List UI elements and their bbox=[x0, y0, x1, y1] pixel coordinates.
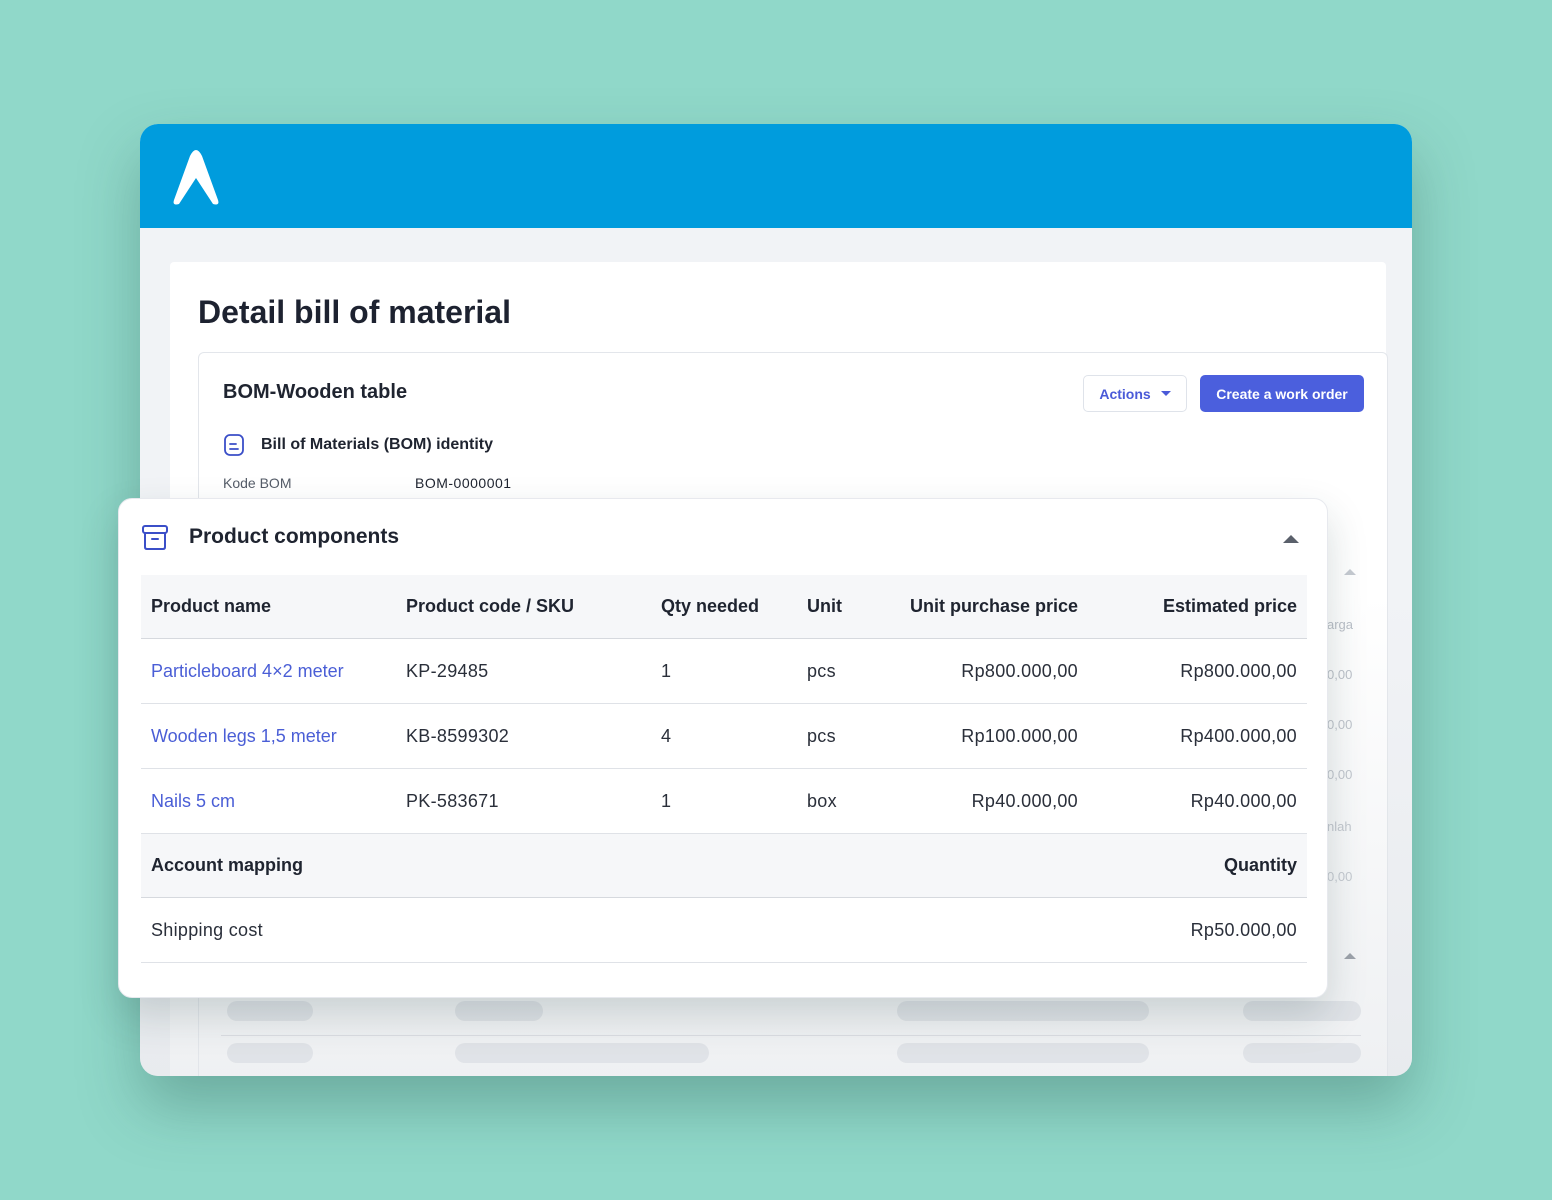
table-row: Nails 5 cm PK-583671 1 box Rp40.000,00 R… bbox=[141, 769, 1307, 834]
qty-needed: 1 bbox=[661, 790, 672, 811]
document-icon bbox=[224, 434, 244, 456]
unit: box bbox=[807, 790, 837, 811]
unit-purchase-price: Rp40.000,00 bbox=[971, 790, 1078, 811]
account-name: Shipping cost bbox=[151, 919, 263, 940]
product-code: KB-8599302 bbox=[406, 725, 510, 746]
bom-name: BOM-Wooden table bbox=[223, 381, 408, 403]
estimated-price: Rp40.000,00 bbox=[1190, 790, 1297, 811]
app-logo-icon[interactable] bbox=[166, 146, 226, 206]
chevron-down-icon bbox=[1160, 391, 1171, 396]
ghost-column-fragment: arga bbox=[1327, 617, 1354, 632]
create-work-order-button[interactable]: Create a work order bbox=[1200, 375, 1364, 412]
ghost-cell-fragment: 0,00 bbox=[1327, 717, 1353, 732]
estimated-price: Rp400.000,00 bbox=[1180, 725, 1297, 746]
column-header-account-mapping: Account mapping bbox=[151, 855, 303, 875]
kode-bom-label: Kode BOM bbox=[223, 475, 292, 491]
unit: pcs bbox=[807, 725, 836, 746]
column-header-product-code[interactable]: Product code / SKU bbox=[406, 575, 574, 638]
kode-bom-value: BOM-0000001 bbox=[415, 475, 512, 491]
column-header-unit[interactable]: Unit bbox=[807, 575, 842, 638]
estimated-price: Rp800.000,00 bbox=[1180, 660, 1297, 681]
product-code: KP-29485 bbox=[406, 660, 489, 681]
ghost-placeholder bbox=[897, 1043, 1149, 1063]
actions-label: Actions bbox=[1099, 385, 1151, 402]
app-header bbox=[140, 124, 1412, 228]
column-header-unit-price[interactable]: Unit purchase price bbox=[910, 575, 1078, 638]
qty-needed: 1 bbox=[661, 660, 672, 681]
ghost-cell-fragment: 0,00 bbox=[1327, 869, 1353, 884]
identity-label: Bill of Materials (BOM) identity bbox=[261, 436, 494, 453]
column-header-quantity: Quantity bbox=[1223, 855, 1297, 875]
ghost-placeholder bbox=[1243, 1001, 1361, 1021]
collapse-caret-up-icon[interactable] bbox=[1283, 535, 1299, 543]
ghost-placeholder bbox=[227, 1043, 313, 1063]
qty-needed: 4 bbox=[661, 725, 672, 746]
account-amount: Rp50.000,00 bbox=[1190, 919, 1297, 940]
unit-purchase-price: Rp800.000,00 bbox=[961, 660, 1078, 681]
ghost-placeholder bbox=[1243, 1043, 1361, 1063]
table-row: Particleboard 4×2 meter KP-29485 1 pcs R… bbox=[141, 639, 1307, 704]
bom-identity-section: Bill of Materials (BOM) identity bbox=[223, 433, 493, 457]
product-components-card: Product components Product name Product … bbox=[118, 498, 1328, 998]
components-header: Product components bbox=[141, 523, 399, 551]
actions-dropdown-button[interactable]: Actions bbox=[1083, 375, 1187, 412]
ghost-placeholder bbox=[455, 1001, 543, 1021]
ghost-cell-fragment: 0,00 bbox=[1327, 767, 1353, 782]
table-row: Shipping cost Rp50.000,00 bbox=[141, 898, 1307, 963]
ghost-placeholder bbox=[897, 1001, 1149, 1021]
ghost-caret-up-icon bbox=[1344, 569, 1356, 575]
unit-purchase-price: Rp100.000,00 bbox=[961, 725, 1078, 746]
table-header-row: Product name Product code / SKU Qty need… bbox=[141, 575, 1307, 639]
ghost-placeholder bbox=[227, 1001, 313, 1021]
ghost-divider bbox=[221, 1035, 1361, 1036]
archive-box-icon bbox=[142, 525, 168, 550]
components-table: Product name Product code / SKU Qty need… bbox=[141, 575, 1307, 963]
column-header-product-name[interactable]: Product name bbox=[151, 575, 271, 638]
components-title: Product components bbox=[189, 525, 400, 548]
ghost-column-fragment: nlah bbox=[1327, 819, 1352, 834]
unit: pcs bbox=[807, 660, 836, 681]
table-row: Wooden legs 1,5 meter KB-8599302 4 pcs R… bbox=[141, 704, 1307, 769]
column-header-qty[interactable]: Qty needed bbox=[661, 575, 759, 638]
column-header-estimated-price[interactable]: Estimated price bbox=[1163, 575, 1297, 638]
product-code: PK-583671 bbox=[406, 790, 499, 811]
page-title: Detail bill of material bbox=[198, 294, 511, 330]
product-name-link[interactable]: Wooden legs 1,5 meter bbox=[151, 704, 337, 768]
account-mapping-header-row: Account mapping Quantity bbox=[141, 834, 1307, 898]
ghost-placeholder bbox=[455, 1043, 709, 1063]
product-name-link[interactable]: Particleboard 4×2 meter bbox=[151, 639, 344, 703]
ghost-caret-up-icon bbox=[1344, 953, 1356, 959]
product-name-link[interactable]: Nails 5 cm bbox=[151, 769, 235, 833]
ghost-cell-fragment: 0,00 bbox=[1327, 667, 1353, 682]
